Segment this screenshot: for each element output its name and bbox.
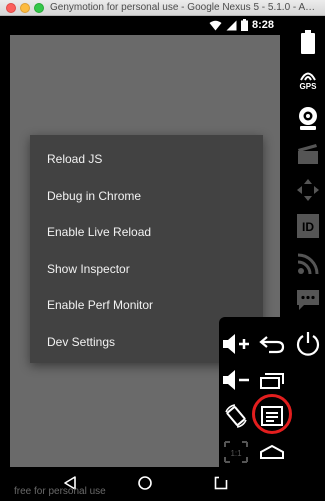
- camera-icon: [299, 107, 317, 130]
- status-clock: 8:28: [251, 19, 274, 31]
- power-icon: [296, 332, 320, 356]
- id-widget-button[interactable]: ID: [295, 213, 321, 239]
- power-button[interactable]: [293, 329, 323, 359]
- scale-label: 1:1: [230, 449, 242, 458]
- dev-menu-item-enable-live-reload[interactable]: Enable Live Reload: [30, 214, 263, 251]
- back-arrow-icon: [259, 336, 285, 354]
- dev-menu-item-show-inspector[interactable]: Show Inspector: [30, 251, 263, 288]
- rotate-icon: [225, 404, 247, 428]
- window-minimize-button[interactable]: [20, 3, 30, 13]
- gps-widget-button[interactable]: GPS: [295, 67, 321, 93]
- dpad-widget-button[interactable]: [295, 177, 321, 203]
- menu-button-highlight-circle: [252, 394, 292, 434]
- home-icon[interactable]: [137, 475, 153, 491]
- window-titlebar: Genymotion for personal use - Google Nex…: [0, 0, 325, 16]
- camera-widget-button[interactable]: [295, 105, 321, 131]
- rotate-button[interactable]: [221, 401, 251, 431]
- window-title: Genymotion for personal use - Google Nex…: [50, 2, 321, 13]
- window-maximize-button[interactable]: [34, 3, 44, 13]
- status-bar: 8:28: [10, 17, 280, 35]
- recent-apps-button[interactable]: [257, 365, 287, 395]
- dev-menu-item-reload-js[interactable]: Reload JS: [30, 141, 263, 178]
- clapperboard-icon: [298, 144, 318, 164]
- home-button[interactable]: [257, 437, 287, 467]
- back-button[interactable]: [257, 329, 287, 359]
- chat-icon: [297, 290, 319, 310]
- volume-down-button[interactable]: [221, 365, 251, 395]
- battery-widget-button[interactable]: [295, 29, 321, 55]
- scale-icon: 1:1: [224, 441, 248, 463]
- volume-up-icon: [223, 334, 249, 354]
- gps-icon: [300, 72, 316, 80]
- rss-icon: [297, 253, 319, 275]
- signal-icon: [226, 20, 237, 30]
- volume-up-button[interactable]: [221, 329, 251, 359]
- recent-apps-icon: [260, 373, 284, 389]
- dev-menu-item-debug-in-chrome[interactable]: Debug in Chrome: [30, 178, 263, 215]
- battery-icon: [301, 30, 315, 54]
- wifi-icon: [209, 20, 222, 30]
- home-roof-icon: [260, 444, 284, 459]
- id-label: ID: [302, 220, 314, 234]
- gps-label: GPS: [299, 81, 317, 91]
- network-widget-button[interactable]: [295, 251, 321, 277]
- id-icon: ID: [297, 214, 319, 238]
- media-widget-button[interactable]: [295, 141, 321, 167]
- volume-down-icon: [223, 370, 249, 390]
- sms-widget-button[interactable]: [295, 287, 321, 313]
- battery-icon: [240, 19, 248, 31]
- genymotion-toolbar: GPS ID: [290, 17, 325, 317]
- window-close-button[interactable]: [6, 3, 16, 13]
- watermark-text: free for personal use: [14, 486, 106, 497]
- dpad-icon: [297, 179, 319, 201]
- pixel-perfect-button[interactable]: 1:1: [221, 437, 251, 467]
